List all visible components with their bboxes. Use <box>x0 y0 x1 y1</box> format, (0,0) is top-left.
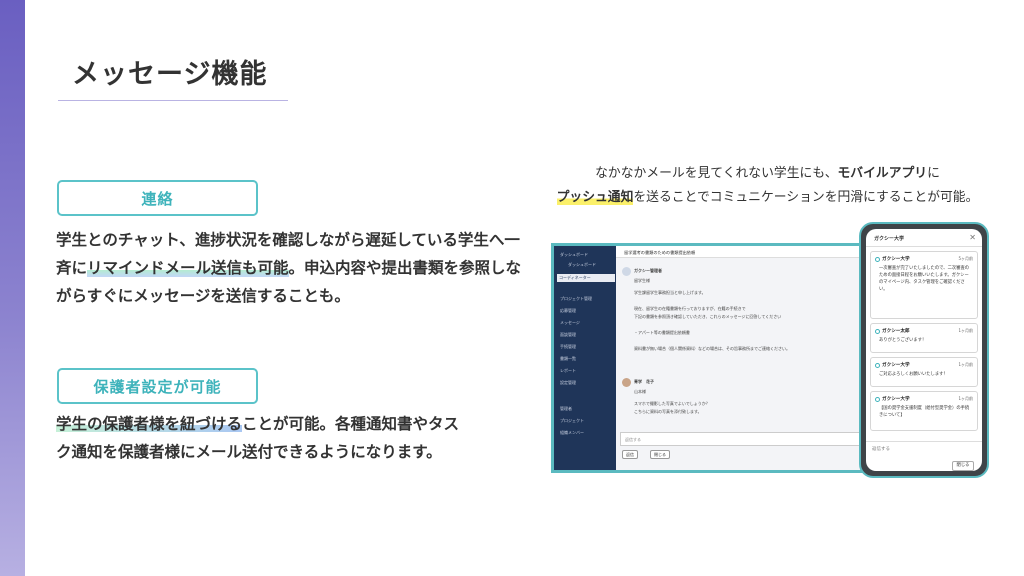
desktop-line: ・アパート等の書類提出依頼書 <box>634 330 690 335</box>
desktop-line: 留学生様 <box>634 278 650 283</box>
guardian-highlight: 学生の保護者様を紐づける <box>56 415 243 433</box>
decorative-side-bar <box>0 0 25 576</box>
message-sender-name: ガクシー大学 <box>882 257 910 262</box>
message-text: ご対応よろしくお願いいたします！ <box>879 372 948 377</box>
desktop-sidebar: ダッシュボード ダッシュボード コーディネーター プロジェクト管理 応募管理 メ… <box>554 246 616 470</box>
desktop-sidebar-item[interactable]: プロジェクト <box>560 418 584 424</box>
phone-message[interactable]: ガクシー大学 1ヶ月前 ご対応よろしくお願いいたします！ <box>870 357 978 387</box>
message-text: 一次審査が完了いたしましたので、二次審査のための面接日程をお願いいたします。ガク… <box>879 266 970 292</box>
caption-line1-a: なかなかメールを見てくれない学生にも、 <box>595 166 838 181</box>
desktop-reply-line: スマホで撮影した写真でよいでしょうか？ <box>634 401 710 406</box>
contact-tag: 連絡 <box>57 180 258 216</box>
desktop-line: 資料書が無い場合（個人関係資料）などの場合は、その旨事務所までご連絡ください。 <box>634 346 790 351</box>
page-title: メッセージ機能 <box>72 59 268 90</box>
desktop-sender: ガクシー管理者 <box>634 268 662 273</box>
phone-screenshot: ガクシー大学 ✕ ガクシー大学 5ヶ月前 一次審査が完了いたしましたので、二次審… <box>859 222 989 478</box>
desktop-thread-title: 留学選考の書類のための書類提出依頼 <box>616 246 871 258</box>
message-time: 5ヶ月前 <box>958 256 973 261</box>
caption-line2-b: を送ることでコミュニケーションを円滑にすることが可能。 <box>633 190 979 205</box>
phone-screen: ガクシー大学 ✕ ガクシー大学 5ヶ月前 一次審査が完了いたしましたので、二次審… <box>866 229 982 471</box>
guardian-description: 学生の保護者様を紐づけることが可能。各種通知書やタスク通知を保護者様にメール送付… <box>56 410 466 466</box>
message-sender: ガクシー大学 <box>875 396 910 402</box>
desktop-sidebar-item[interactable]: プロジェクト管理 <box>560 296 592 302</box>
desktop-sidebar-item[interactable]: メッセージ <box>560 320 580 326</box>
caption-line-2: プッシュ通知を送ることでコミュニケーションを円滑にすることが可能。 <box>540 186 995 210</box>
message-sender: ガクシー太郎 <box>875 328 910 334</box>
guardian-tag: 保護者設定が可能 <box>57 368 258 404</box>
desktop-line: 下記の書類を参照頂き確認していただき、これらのメッセージに回答してください <box>634 314 782 319</box>
desktop-sidebar-item[interactable]: 設定管理 <box>560 380 576 386</box>
reply-avatar <box>622 378 631 387</box>
desktop-reply-sender: 青学 花子 <box>634 379 654 384</box>
desktop-screenshot: ダッシュボード ダッシュボード コーディネーター プロジェクト管理 応募管理 メ… <box>551 243 874 473</box>
message-text: ありがとうございます！ <box>879 338 927 343</box>
title-underline <box>58 100 288 101</box>
desktop-sidebar-item[interactable]: 応募管理 <box>560 308 576 314</box>
desktop-sidebar-item[interactable]: 面談管理 <box>560 332 576 338</box>
desktop-reply-line: こちらに資料の写真を添付致します。 <box>634 409 702 414</box>
message-sender: ガクシー大学 <box>875 256 910 262</box>
phone-message[interactable]: ガクシー大学 1ヶ月前 【国の奨学金支援制度（給付型奨学金）の手続きについて】 <box>870 391 978 431</box>
sender-icon <box>875 362 880 368</box>
desktop-sidebar-item[interactable]: 組織メンバー <box>560 430 584 436</box>
phone-message[interactable]: ガクシー大学 5ヶ月前 一次審査が完了いたしましたので、二次審査のための面接日程… <box>870 251 978 319</box>
sender-icon <box>875 256 880 262</box>
message-time: 1ヶ月前 <box>958 362 973 367</box>
caption-line2-highlight: プッシュ通知 <box>556 190 634 205</box>
contact-highlight: リマインドメール送信も可能 <box>87 259 289 277</box>
message-sender-name: ガクシー大学 <box>882 397 910 402</box>
message-time: 1ヶ月前 <box>958 396 973 401</box>
message-sender: ガクシー大学 <box>875 362 910 368</box>
sender-avatar <box>622 267 631 276</box>
message-sender-name: ガクシー大学 <box>882 363 910 368</box>
mobile-caption: なかなかメールを見てくれない学生にも、モバイルアプリに プッシュ通知を送ることで… <box>540 162 995 210</box>
phone-reply-input[interactable]: 返信する <box>866 441 982 455</box>
phone-header: ガクシー大学 <box>866 229 982 247</box>
desktop-sidebar-item[interactable]: 書類一覧 <box>560 356 576 362</box>
desktop-reply-input[interactable]: 返信する <box>620 432 867 446</box>
message-sender-name: ガクシー太郎 <box>882 329 910 334</box>
caption-line1-strong: モバイルアプリ <box>837 166 928 181</box>
message-time: 1ヶ月前 <box>958 328 973 333</box>
desktop-line: 現在、留学生の在籍書類を行っておりますが、在籍の手続きで <box>634 306 746 311</box>
desktop-close-button[interactable]: 閉じる <box>650 450 670 459</box>
caption-line-1: なかなかメールを見てくれない学生にも、モバイルアプリに <box>540 162 995 186</box>
desktop-line: 学生課留学生事務担当と申し上げます。 <box>634 290 706 295</box>
desktop-sidebar-item[interactable]: 手続管理 <box>560 344 576 350</box>
desktop-sidebar-item[interactable]: 管理者 <box>560 406 572 412</box>
desktop-reply-button[interactable]: 返信 <box>622 450 638 459</box>
phone-close-button[interactable]: 閉じる <box>952 461 974 471</box>
desktop-main: 留学選考の書類のための書類提出依頼 ガクシー管理者 留学生様 学生課留学生事務担… <box>616 246 871 470</box>
desktop-reply-line: 山本様 <box>634 389 646 394</box>
phone-message[interactable]: ガクシー太郎 1ヶ月前 ありがとうございます！ <box>870 323 978 353</box>
desktop-sidebar-item-selected[interactable]: コーディネーター <box>557 274 615 282</box>
desktop-sidebar-item[interactable]: レポート <box>560 368 576 374</box>
sender-icon <box>875 328 880 334</box>
desktop-sidebar-item[interactable]: ダッシュボード <box>560 252 588 258</box>
contact-description: 学生とのチャット、進捗状況を確認しながら遅延している学生へ一斉にリマインドメール… <box>56 226 526 310</box>
sender-icon <box>875 396 880 402</box>
message-text: 【国の奨学金支援制度（給付型奨学金）の手続きについて】 <box>879 406 970 418</box>
desktop-sidebar-item[interactable]: ダッシュボード <box>568 262 596 268</box>
close-icon[interactable]: ✕ <box>969 233 976 242</box>
caption-line1-b: に <box>927 166 940 181</box>
